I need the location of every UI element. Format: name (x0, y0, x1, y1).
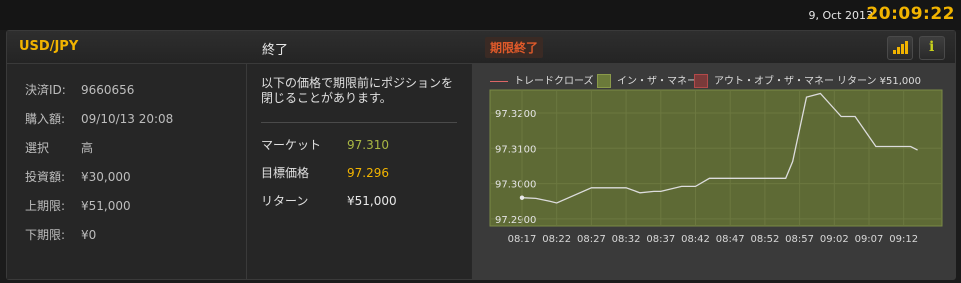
target-row: 目標価格 97.296 (261, 166, 389, 180)
trade-header: USD/JPY 終了 期限終了 i (7, 31, 955, 64)
trade-details: 決済ID: 9660656 購入額: 09/10/13 20:08 選択高 投資額:… (7, 64, 247, 279)
x-tick-label: 09:12 (889, 234, 918, 245)
market-row: マーケット 97.310 (261, 138, 389, 152)
trade-status: 終了 (262, 43, 289, 58)
detail-row-choice: 選択高 (25, 141, 94, 155)
return-value: ¥51,000 (347, 194, 397, 208)
return-row: リターン ¥51,000 (261, 194, 397, 208)
price-chart: 97.2900 97.3000 97.3100 97.3200 08:17 08:22 08… (489, 89, 943, 245)
expired-badge: 期限終了 (485, 37, 544, 58)
divider (261, 122, 457, 123)
y-tick-label: 97.3200 (495, 109, 536, 120)
in-the-money-area (489, 89, 943, 227)
x-tick-label: 08:37 (646, 234, 675, 245)
y-tick-label: 97.3000 (495, 180, 536, 191)
early-close-note: 以下の価格で期限前にポジションを閉じることがあります。 (261, 76, 454, 105)
x-tick-label: 08:27 (577, 234, 606, 245)
x-tick-label: 08:42 (681, 234, 710, 245)
current-time: 20:09:22 (866, 4, 955, 24)
market-price: 97.310 (347, 138, 389, 152)
currency-pair: USD/JPY (19, 39, 79, 54)
detail-row-upper-limit: 上期限: ¥51,000 (25, 199, 131, 213)
x-tick-label: 08:57 (785, 234, 814, 245)
x-tick-label: 08:32 (612, 234, 641, 245)
detail-row-investment: 投資額: ¥30,000 (25, 170, 131, 184)
target-price: 97.296 (347, 166, 389, 180)
detail-row-purchase: 購入額: 09/10/13 20:08 (25, 112, 174, 126)
detail-row-settlement-id: 決済ID: 9660656 (25, 83, 135, 97)
bar-chart-icon (893, 40, 909, 54)
x-tick-label: 08:52 (750, 234, 779, 245)
y-tick-label: 97.2900 (495, 215, 536, 226)
price-summary: 以下の価格で期限前にポジションを閉じることがあります。 マーケット 97.310 … (247, 64, 471, 279)
trade-panel: USD/JPY 終了 期限終了 i 決済ID: 9660656 購入額: 09/10… (6, 30, 956, 280)
x-tick-label: 09:07 (855, 234, 884, 245)
chart-button[interactable] (887, 36, 913, 60)
y-tick-label: 97.3100 (495, 144, 536, 155)
x-tick-label: 08:47 (716, 234, 745, 245)
price-chart-panel: トレードクローズ イン・ザ・マネー アウト・オブ・ザ・マネー リターン ¥51,… (472, 64, 955, 279)
top-bar: 9, Oct 2013 20:09:22 (0, 0, 961, 30)
x-tick-label: 09:02 (820, 234, 849, 245)
detail-row-lower-limit: 下期限: ¥0 (25, 228, 97, 242)
x-tick-label: 08:17 (508, 234, 537, 245)
x-tick-label: 08:22 (542, 234, 571, 245)
info-button[interactable]: i (919, 36, 945, 60)
entry-point-marker (519, 195, 525, 200)
current-date: 9, Oct 2013 (808, 9, 873, 22)
info-icon: i (929, 39, 935, 55)
